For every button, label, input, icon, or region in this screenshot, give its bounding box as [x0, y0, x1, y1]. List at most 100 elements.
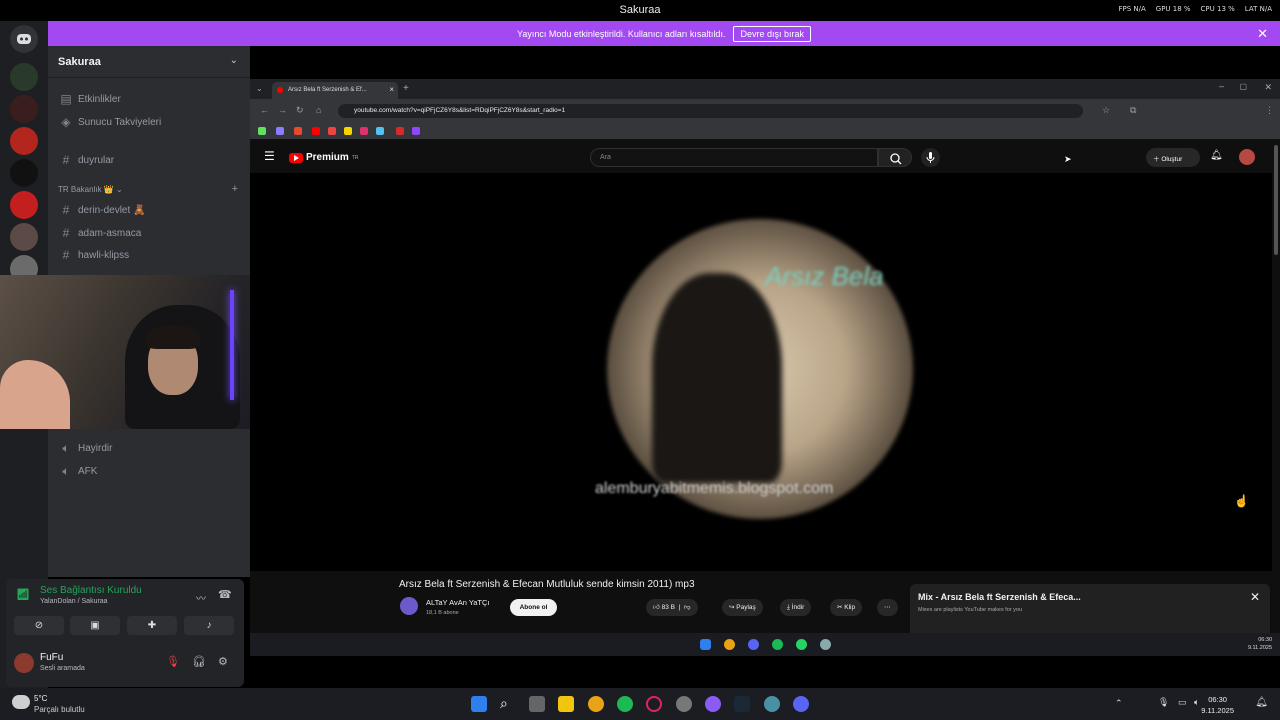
bookmark-icon[interactable] — [258, 127, 266, 135]
weather-desc[interactable]: Parçalı bulutlu — [34, 705, 85, 714]
screen-share-button[interactable]: ▣ — [70, 616, 120, 635]
maximize-icon[interactable]: ▢ — [1239, 82, 1247, 91]
channel-duyrular[interactable]: # duyrular — [60, 153, 114, 167]
start-icon[interactable] — [471, 696, 487, 712]
chevron-down-icon[interactable]: ⌄ — [230, 55, 238, 66]
username[interactable]: FuFu — [40, 652, 63, 663]
home-icon[interactable]: ⌂ — [316, 105, 321, 115]
close-tab-icon[interactable]: × — [389, 85, 394, 94]
category-header[interactable]: TR Bakanlık 👑 ⌄ — [58, 185, 123, 194]
channel-name[interactable]: ALTaY AvAn YaTÇı — [426, 598, 490, 607]
server-icon[interactable] — [10, 191, 38, 219]
avatar[interactable] — [1239, 149, 1255, 165]
notifications-icon[interactable]: 🔔︎ — [1210, 150, 1223, 161]
signal-icon[interactable]: 📶︎ — [16, 588, 30, 601]
headphones-icon[interactable]: 🎧︎ — [192, 655, 206, 668]
search-input[interactable]: Ara — [590, 148, 878, 167]
app-icon[interactable] — [676, 696, 692, 712]
bookmark-icon[interactable] — [412, 127, 420, 135]
more-icon[interactable]: ⋯ — [877, 599, 898, 616]
bookmark-icon[interactable] — [294, 127, 302, 135]
bookmark-icon[interactable] — [376, 127, 384, 135]
search-button[interactable] — [878, 148, 912, 167]
download-button[interactable]: ⤓ İndir — [780, 599, 812, 616]
like-button[interactable]: 👍︎ 83 B | 👎︎ — [646, 599, 698, 616]
notifications-icon[interactable]: 🔔︎ — [1255, 697, 1268, 708]
scrollbar[interactable] — [1274, 145, 1278, 255]
disable-streamer-mode-button[interactable]: Devre dışı bırak — [733, 25, 811, 42]
app-icon[interactable] — [764, 696, 780, 712]
camera-button[interactable]: ⊘ — [14, 616, 64, 635]
create-button[interactable]: ＋ Oluştur — [1146, 148, 1200, 167]
gear-icon[interactable]: ⚙ — [218, 655, 228, 668]
sidebar-item-boosts[interactable]: ◈ Sunucu Takviyeleri — [60, 115, 161, 129]
network-icon[interactable]: ▭ — [1178, 697, 1187, 708]
search-icon[interactable]: ⌕ — [500, 696, 516, 712]
close-icon[interactable]: ✕ — [1257, 26, 1268, 42]
add-channel-icon[interactable]: + — [232, 183, 238, 195]
discord-icon[interactable] — [748, 639, 759, 650]
hamburger-icon[interactable]: ☰ — [264, 149, 275, 163]
clock[interactable]: 06:30 9.11.2025 — [1201, 694, 1234, 716]
channel-avatar[interactable] — [400, 597, 418, 615]
bookmark-icon[interactable] — [396, 127, 404, 135]
bookmark-icon[interactable] — [276, 127, 284, 135]
star-icon[interactable]: ☆ — [1102, 105, 1110, 116]
channel-derin-devlet[interactable]: # derin-devlet 🧸 — [60, 203, 146, 217]
discord-icon[interactable] — [793, 696, 809, 712]
tab-youtube[interactable]: Arsız Bela ft Serzenish & Ef... × — [272, 82, 398, 99]
bookmark-icon[interactable] — [312, 127, 320, 135]
steam-icon[interactable] — [820, 639, 831, 650]
reload-icon[interactable]: ↻ — [296, 105, 304, 116]
menu-icon[interactable]: ⋮ — [1265, 105, 1274, 116]
soundboard-button[interactable]: ♪ — [184, 616, 234, 635]
back-icon[interactable]: ← — [260, 105, 269, 115]
voice-channel-hayirdir[interactable]: 🔈︎ Hayirdir — [60, 441, 112, 456]
disconnect-icon[interactable]: ☎ — [218, 588, 232, 601]
clip-button[interactable]: ✂ Klip — [830, 599, 863, 616]
windows-icon[interactable] — [700, 639, 711, 650]
server-icon[interactable] — [10, 159, 38, 187]
avatar[interactable] — [14, 653, 34, 673]
bookmark-icon[interactable] — [344, 127, 352, 135]
url-input[interactable]: youtube.com/watch?v=qiPFjCZ6Y8s&list=RDq… — [338, 104, 1083, 118]
opera-icon[interactable] — [646, 696, 662, 712]
sidebar-item-events[interactable]: ▤ Etkinlikler — [60, 92, 120, 106]
voice-status[interactable]: Ses Bağlantısı Kuruldu — [40, 585, 142, 596]
youtube-logo[interactable]: Premium TR — [289, 152, 358, 163]
activities-button[interactable]: ✚ — [127, 616, 177, 635]
whatsapp-icon[interactable] — [796, 639, 807, 650]
discord-home-icon[interactable] — [10, 25, 38, 53]
channel-adam-asmaca[interactable]: # adam-asmaca — [60, 226, 142, 240]
channel-hawli-klipss[interactable]: # hawli-klipss — [60, 248, 129, 262]
chevron-up-icon[interactable]: ⌃ — [1115, 698, 1123, 709]
spotify-icon[interactable] — [617, 696, 633, 712]
server-icon[interactable] — [10, 127, 38, 155]
mix-title[interactable]: Mix - Arsız Bela ft Serzenish & Efeca... — [918, 592, 1081, 602]
server-name[interactable]: Sakuraa — [58, 56, 101, 68]
subscribe-button[interactable]: Abone ol — [510, 599, 557, 616]
spotify-icon[interactable] — [772, 639, 783, 650]
server-icon[interactable] — [10, 95, 38, 123]
forward-icon[interactable]: → — [278, 105, 287, 115]
app-icon[interactable] — [705, 696, 721, 712]
noise-suppression-icon[interactable]: 〰 — [196, 590, 206, 605]
file-explorer-icon[interactable] — [558, 696, 574, 712]
tab-search-icon[interactable]: ⌄ — [256, 84, 263, 93]
server-icon[interactable] — [10, 223, 38, 251]
mute-icon[interactable]: 🎙︎ — [166, 655, 180, 668]
bookmark-icon[interactable] — [360, 127, 368, 135]
close-icon[interactable]: ✕ — [1250, 590, 1260, 604]
volume-icon[interactable]: 🔈︎ — [1194, 697, 1199, 708]
new-tab-icon[interactable]: + — [403, 83, 409, 94]
close-icon[interactable]: ✕ — [1264, 82, 1272, 93]
mic-button[interactable] — [921, 148, 940, 167]
voice-channel-afk[interactable]: 🔈︎ AFK — [60, 464, 97, 479]
video-player[interactable]: Arsız Bela alemburyabitmemis.blogspot.co… — [250, 173, 1272, 571]
chrome-icon[interactable] — [588, 696, 604, 712]
minimize-icon[interactable]: – — [1219, 81, 1224, 91]
extensions-icon[interactable]: ⧉ — [1130, 105, 1136, 116]
task-view-icon[interactable] — [529, 696, 545, 712]
steam-icon[interactable] — [734, 696, 750, 712]
chrome-icon[interactable] — [724, 639, 735, 650]
